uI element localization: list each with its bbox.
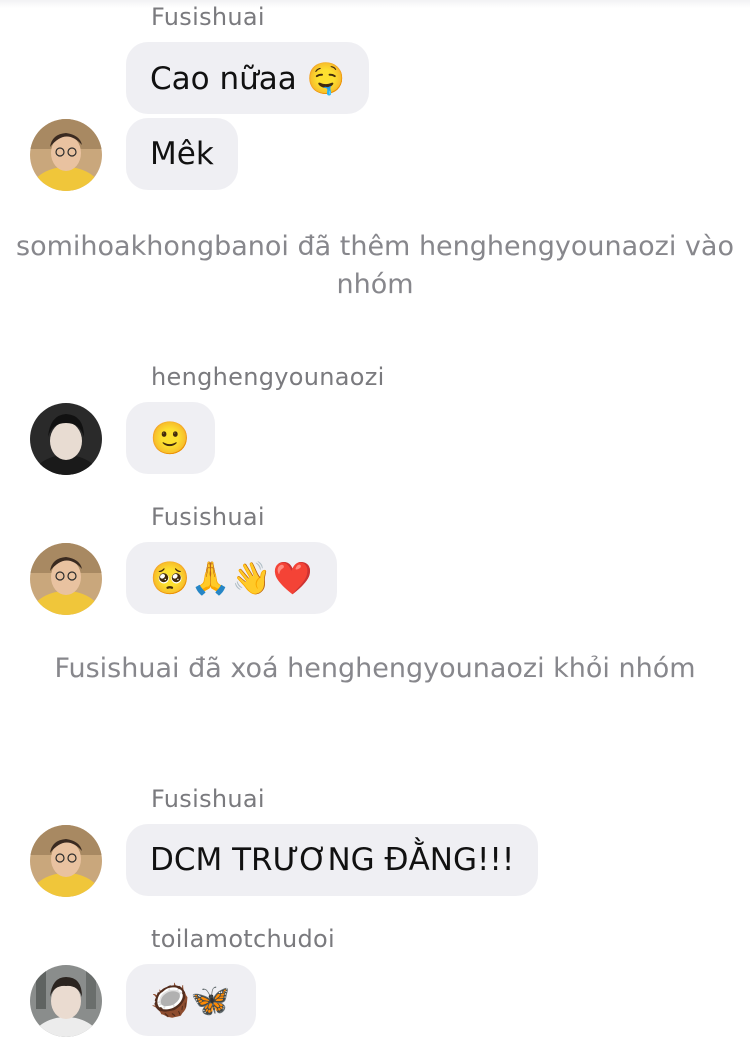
avatar-toilamotchudoi[interactable] bbox=[30, 965, 102, 1037]
sender-name: toilamotchudoi bbox=[151, 925, 336, 953]
avatar-photo-icon bbox=[30, 403, 102, 475]
message-bubble[interactable]: DCM TRƯƠNG ĐẰNG!!! bbox=[126, 824, 539, 896]
message-bubble[interactable]: 🙂 bbox=[126, 402, 215, 474]
system-notice: Fusishuai đã xoá henghengyounaozi khỏi n… bbox=[54, 653, 696, 684]
avatar-photo-icon bbox=[30, 965, 102, 1037]
sender-name: Fusishuai bbox=[151, 503, 265, 531]
avatar-photo-icon bbox=[30, 119, 102, 191]
message-bubble[interactable]: 🥺🙏👋❤️ bbox=[126, 542, 338, 614]
message-bubble[interactable]: Mêk bbox=[126, 118, 238, 190]
avatar-photo-icon bbox=[30, 543, 102, 615]
avatar-fusishuai[interactable] bbox=[30, 119, 102, 191]
avatar-fusishuai[interactable] bbox=[30, 825, 102, 897]
sender-name: Fusishuai bbox=[151, 785, 265, 813]
message-bubble[interactable]: 🥥🦋 bbox=[126, 964, 256, 1036]
avatar-photo-icon bbox=[30, 825, 102, 897]
sender-name: henghengyounaozi bbox=[151, 363, 385, 391]
avatar-henghengyounaozi[interactable] bbox=[30, 403, 102, 475]
system-notice: somihoakhongbanoi đã thêm henghengyounao… bbox=[16, 231, 734, 300]
avatar-fusishuai[interactable] bbox=[30, 543, 102, 615]
message-bubble[interactable]: Cao nữaa 🤤 bbox=[126, 42, 370, 114]
top-edge-shade bbox=[0, 0, 750, 8]
sender-name: Fusishuai bbox=[151, 3, 265, 31]
